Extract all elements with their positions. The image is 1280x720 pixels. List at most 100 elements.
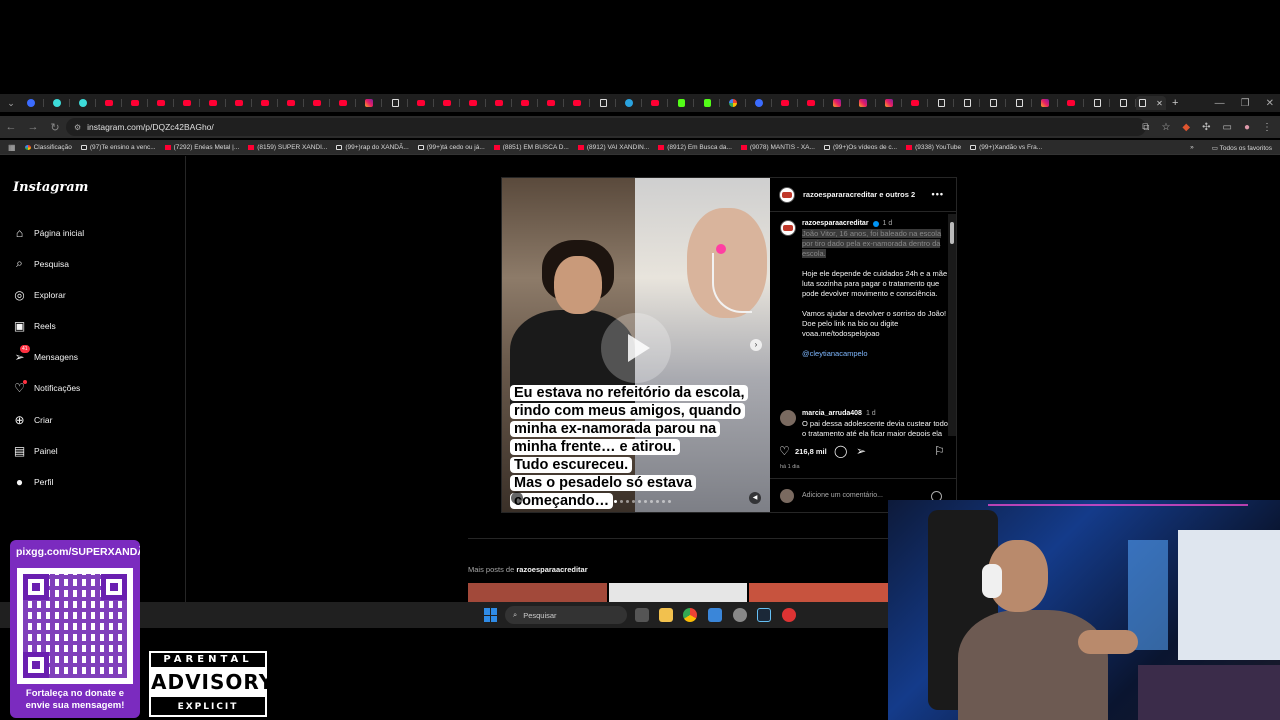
sidebar-icon[interactable]: ▭ (1223, 122, 1232, 133)
bookmark-item[interactable]: (8159) SUPER XANDI... (248, 144, 327, 151)
nav-item-heart[interactable]: ♡ Notificações (13, 380, 80, 395)
browser-tab[interactable] (18, 96, 44, 110)
settings-icon[interactable] (733, 608, 747, 622)
next-media-icon[interactable]: › (750, 339, 762, 351)
mute-icon[interactable]: ◀ (749, 492, 761, 504)
browser-tab[interactable] (96, 96, 122, 110)
browser-tab[interactable] (694, 96, 720, 110)
play-icon[interactable] (601, 313, 671, 383)
nav-item-plus[interactable]: ⊕ Criar (13, 413, 52, 427)
browser-tab[interactable] (460, 96, 486, 110)
windows-start-icon[interactable] (484, 608, 498, 622)
post-author[interactable]: razoespararacreditar e outros 2 (803, 190, 915, 199)
bookmark-item[interactable]: (9078) MANTIS - XA... (740, 144, 815, 151)
nav-item-home[interactable]: ⌂ Página inicial (13, 226, 84, 240)
commenter-avatar[interactable] (780, 410, 796, 426)
browser-tab[interactable] (616, 96, 642, 110)
browser-tab[interactable] (928, 96, 954, 110)
browser-tab[interactable] (148, 96, 174, 110)
browser-tab[interactable] (642, 96, 668, 110)
bookmark-item[interactable]: (7292) Enéas Metal |... (164, 144, 239, 151)
browser-tab[interactable] (564, 96, 590, 110)
bookmark-item[interactable]: (9338) YouTube (906, 144, 961, 151)
browser-tab[interactable] (304, 96, 330, 110)
menu-icon[interactable]: ⋮ (1262, 122, 1272, 133)
nav-item-reels[interactable]: ▣ Reels (13, 319, 56, 333)
browser-tab[interactable] (772, 96, 798, 110)
browser-tab[interactable] (200, 96, 226, 110)
browser-tab[interactable] (590, 96, 616, 110)
browser-tab[interactable] (44, 96, 70, 110)
photos-icon[interactable] (708, 608, 722, 622)
browser-tab[interactable] (850, 96, 876, 110)
bookmark-item[interactable]: (97)Te ensino a venc... (80, 144, 156, 151)
back-icon[interactable]: ← (0, 121, 22, 133)
install-icon[interactable]: ⧉ (1142, 122, 1149, 133)
all-bookmarks-folder[interactable]: ▭ Todos os favoritos (1212, 144, 1272, 152)
maximize-icon[interactable]: ❐ (1241, 98, 1250, 109)
browser-tab[interactable] (954, 96, 980, 110)
comment-icon[interactable]: ◯ (834, 444, 847, 458)
post-media[interactable]: › Eu estava no refeitório da escola, rind… (502, 178, 770, 512)
bookmark-item[interactable]: (99+)Xandão vs Fra... (970, 144, 1042, 151)
browser-tab[interactable] (70, 96, 96, 110)
browser-tab[interactable] (122, 96, 148, 110)
bookmark-item[interactable]: (8912) VAI XANDIN... (577, 144, 649, 151)
browser-tab[interactable] (408, 96, 434, 110)
apps-icon[interactable]: ▦ (8, 143, 16, 152)
nav-item-messages[interactable]: ➢ 41 Mensagens (13, 345, 78, 364)
nav-item-profile[interactable]: ● Perfil (13, 475, 54, 489)
browser-tab[interactable] (252, 96, 278, 110)
bookmark-star-icon[interactable]: ☆ (1161, 122, 1170, 133)
caption-avatar[interactable] (780, 220, 796, 236)
bookmark-item[interactable]: (99+)tá cedo ou já... (417, 144, 485, 151)
bookmark-item[interactable]: (8912) Em Busca da... (658, 144, 732, 151)
browser-tab[interactable] (1032, 96, 1058, 110)
active-tab[interactable]: ✕ (1136, 96, 1166, 110)
browser-tab[interactable] (876, 96, 902, 110)
browser-tab[interactable] (1006, 96, 1032, 110)
caption-mention[interactable]: @cleytianacampelo (802, 349, 868, 358)
steam-icon[interactable] (757, 608, 771, 622)
more-posts-user[interactable]: razoesparaacreditar (516, 565, 587, 574)
browser-tab[interactable] (1084, 96, 1110, 110)
browser-tab[interactable] (720, 96, 746, 110)
more-options-icon[interactable]: ••• (932, 189, 944, 199)
browser-tab[interactable] (1110, 96, 1136, 110)
more-bookmarks-icon[interactable]: » (1190, 144, 1194, 151)
grid-post-thumb[interactable] (608, 583, 748, 603)
address-bar[interactable]: ⚙ instagram.com/p/DQZc42BAGho/ (66, 118, 1146, 136)
extension-icon[interactable]: ◆ (1182, 122, 1190, 133)
bookmark-item[interactable]: Classificação (24, 144, 72, 151)
comments-scrollbar[interactable] (948, 214, 956, 436)
bookmark-item[interactable]: (8851) EM BUSCA D... (493, 144, 569, 151)
reload-icon[interactable]: ↻ (44, 121, 66, 134)
nav-item-explore[interactable]: ◎ Explorar (13, 288, 65, 302)
browser-tab[interactable] (512, 96, 538, 110)
browser-tab[interactable] (174, 96, 200, 110)
bookmark-item[interactable]: (99+)Os vídeos de c... (823, 144, 897, 151)
file-explorer-icon[interactable] (659, 608, 673, 622)
caption-author[interactable]: razoesparaacreditar (802, 220, 869, 227)
browser-tab[interactable] (980, 96, 1006, 110)
grid-post-thumb[interactable] (749, 583, 889, 603)
browser-tab[interactable] (382, 96, 408, 110)
browser-tab[interactable] (824, 96, 850, 110)
forward-icon[interactable]: → (22, 121, 44, 133)
browser-tab[interactable] (538, 96, 564, 110)
close-tab-icon[interactable]: ✕ (1156, 99, 1163, 108)
browser-tab[interactable] (226, 96, 252, 110)
new-tab-icon[interactable]: + (1172, 97, 1178, 109)
browser-tab[interactable] (668, 96, 694, 110)
taskbar-search[interactable]: ⌕ Pesquisar (505, 606, 627, 624)
browser-tab[interactable] (278, 96, 304, 110)
add-comment-input[interactable]: Adicione um comentário... (802, 492, 883, 499)
browser-tab[interactable] (1058, 96, 1084, 110)
chrome-icon[interactable] (683, 608, 697, 622)
share-icon[interactable]: ➢ (856, 444, 866, 458)
like-icon[interactable]: ♡ (779, 444, 790, 458)
tagged-user-icon[interactable] (511, 492, 523, 504)
minimize-icon[interactable]: — (1215, 98, 1225, 109)
like-count[interactable]: 216,8 mil (795, 447, 827, 456)
browser-tab[interactable] (798, 96, 824, 110)
